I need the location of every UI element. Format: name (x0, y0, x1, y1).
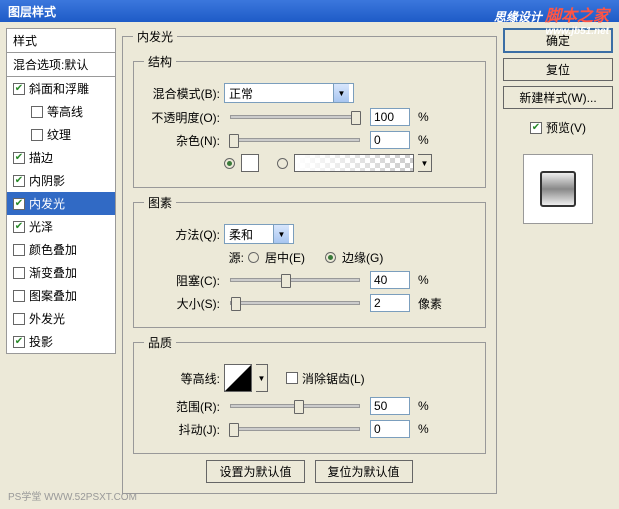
style-checkbox[interactable] (13, 244, 25, 256)
blend-mode-label: 混合模式(B): (144, 85, 220, 102)
preview-box (523, 154, 593, 224)
preview-checkbox[interactable] (530, 122, 542, 134)
style-checkbox[interactable] (13, 313, 25, 325)
style-checkbox[interactable] (13, 221, 25, 233)
source-edge-radio[interactable] (325, 252, 336, 263)
style-checkbox[interactable] (13, 83, 25, 95)
style-item[interactable]: 投影 (7, 330, 115, 353)
panel-title: 内发光 (133, 28, 177, 45)
style-label: 投影 (29, 333, 53, 350)
choke-input[interactable] (370, 271, 410, 289)
technique-label: 方法(Q): (144, 226, 220, 243)
chevron-down-icon: ▼ (273, 225, 289, 243)
opacity-slider[interactable] (230, 115, 360, 119)
jitter-label: 抖动(J): (144, 421, 220, 438)
chevron-down-icon[interactable]: ▼ (418, 154, 432, 172)
style-label: 光泽 (29, 218, 53, 235)
color-radio[interactable] (224, 158, 235, 169)
chevron-down-icon[interactable]: ▼ (256, 364, 268, 392)
range-input[interactable] (370, 397, 410, 415)
quality-group: 品质 等高线: ▼ 消除锯齿(L) 范围(R): % 抖动(J): (133, 334, 486, 454)
contour-picker[interactable] (224, 364, 252, 392)
style-item[interactable]: 光泽 (7, 215, 115, 238)
style-checkbox[interactable] (31, 129, 43, 141)
style-item[interactable]: 外发光 (7, 307, 115, 330)
action-panel: 确定 复位 新建样式(W)... 预览(V) (503, 28, 613, 500)
style-checkbox[interactable] (31, 106, 43, 118)
range-slider[interactable] (230, 404, 360, 408)
opacity-input[interactable] (370, 108, 410, 126)
noise-slider[interactable] (230, 138, 360, 142)
footer-watermark: PS学堂 WWW.52PSXT.COM (8, 488, 137, 503)
style-item[interactable]: 内阴影 (7, 169, 115, 192)
choke-slider[interactable] (230, 278, 360, 282)
contour-label: 等高线: (144, 370, 220, 387)
jitter-slider[interactable] (230, 427, 360, 431)
settings-panel: 内发光 结构 混合模式(B): 正常 ▼ 不透明度(O): % (122, 28, 497, 500)
structure-group: 结构 混合模式(B): 正常 ▼ 不透明度(O): % 杂色(N): (133, 53, 486, 188)
jitter-input[interactable] (370, 420, 410, 438)
color-swatch[interactable] (241, 154, 259, 172)
style-item[interactable]: 渐变叠加 (7, 261, 115, 284)
style-label: 内阴影 (29, 172, 65, 189)
styles-panel: 样式 混合选项:默认 斜面和浮雕等高线纹理描边内阴影内发光光泽颜色叠加渐变叠加图… (6, 28, 116, 500)
source-label: 源: (144, 249, 244, 266)
style-item[interactable]: 颜色叠加 (7, 238, 115, 261)
style-label: 纹理 (47, 126, 71, 143)
style-checkbox[interactable] (13, 198, 25, 210)
style-label: 渐变叠加 (29, 264, 77, 281)
inner-glow-fieldset: 内发光 结构 混合模式(B): 正常 ▼ 不透明度(O): % (122, 28, 497, 494)
style-checkbox[interactable] (13, 290, 25, 302)
reset-button[interactable]: 复位 (503, 58, 613, 81)
antialias-checkbox[interactable] (286, 372, 298, 384)
size-slider[interactable] (230, 301, 360, 305)
style-item[interactable]: 斜面和浮雕 (7, 77, 115, 100)
source-center-radio[interactable] (248, 252, 259, 263)
size-input[interactable] (370, 294, 410, 312)
style-label: 图案叠加 (29, 287, 77, 304)
styles-header[interactable]: 样式 (6, 28, 116, 53)
style-label: 颜色叠加 (29, 241, 77, 258)
size-label: 大小(S): (144, 295, 220, 312)
style-label: 等高线 (47, 103, 83, 120)
opacity-label: 不透明度(O): (144, 109, 220, 126)
technique-combo[interactable]: 柔和 ▼ (224, 224, 294, 244)
range-label: 范围(R): (144, 398, 220, 415)
blend-mode-combo[interactable]: 正常 ▼ (224, 83, 354, 103)
style-item[interactable]: 描边 (7, 146, 115, 169)
reset-default-button[interactable]: 复位为默认值 (315, 460, 413, 483)
gradient-picker[interactable] (294, 154, 414, 172)
watermark: 思缘设计 脚本之家 www.jb51.net (494, 2, 609, 37)
style-checkbox[interactable] (13, 336, 25, 348)
style-item[interactable]: 内发光 (7, 192, 115, 215)
noise-label: 杂色(N): (144, 132, 220, 149)
style-label: 斜面和浮雕 (29, 80, 89, 97)
make-default-button[interactable]: 设置为默认值 (206, 460, 304, 483)
new-style-button[interactable]: 新建样式(W)... (503, 86, 613, 109)
style-item[interactable]: 等高线 (7, 100, 115, 123)
style-label: 外发光 (29, 310, 65, 327)
choke-label: 阻塞(C): (144, 272, 220, 289)
preview-swatch (540, 171, 576, 207)
title-bar: 图层样式 思缘设计 脚本之家 www.jb51.net (0, 0, 619, 22)
style-item[interactable]: 图案叠加 (7, 284, 115, 307)
style-checkbox[interactable] (13, 175, 25, 187)
chevron-down-icon: ▼ (333, 84, 349, 102)
style-label: 描边 (29, 149, 53, 166)
style-label: 内发光 (29, 195, 65, 212)
noise-input[interactable] (370, 131, 410, 149)
style-checkbox[interactable] (13, 267, 25, 279)
window-title: 图层样式 (8, 3, 56, 20)
gradient-radio[interactable] (277, 158, 288, 169)
style-checkbox[interactable] (13, 152, 25, 164)
elements-group: 图素 方法(Q): 柔和 ▼ 源: 居中(E) 边缘(G) (133, 194, 486, 328)
blend-options[interactable]: 混合选项:默认 (6, 53, 116, 77)
style-item[interactable]: 纹理 (7, 123, 115, 146)
